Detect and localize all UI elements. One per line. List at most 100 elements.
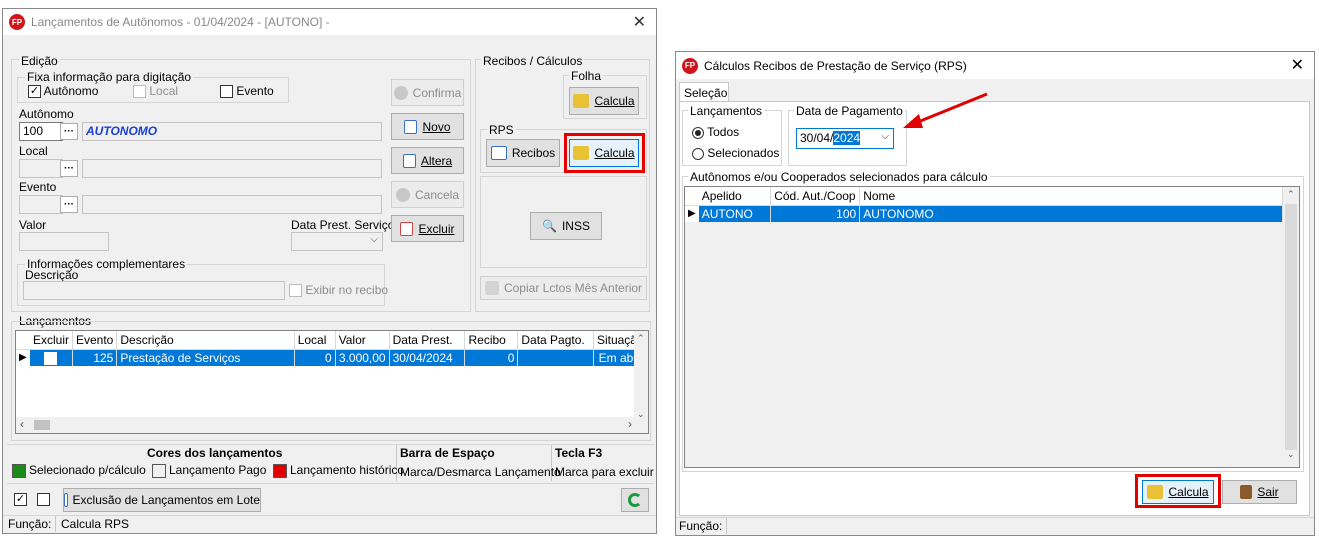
edicao-label: Edição bbox=[19, 54, 60, 68]
evento-lookup-button[interactable]: ··· bbox=[60, 196, 78, 213]
status-bar bbox=[676, 517, 1314, 535]
search-icon: 🔍 bbox=[542, 219, 557, 233]
tab-selecao[interactable]: Seleção bbox=[679, 82, 729, 102]
confirma-button[interactable]: Confirma bbox=[391, 79, 464, 106]
radio-todos[interactable]: Todos bbox=[692, 125, 739, 139]
chk-local[interactable]: Local bbox=[133, 84, 179, 99]
row-excluir-checkbox[interactable] bbox=[44, 351, 58, 365]
data-prest-select[interactable]: ⌵ bbox=[291, 232, 383, 251]
copiar-button[interactable]: Copiar Lctos Mês Anterior bbox=[480, 276, 647, 300]
fp-app-icon: FP bbox=[682, 57, 698, 74]
col-header[interactable]: Recibo bbox=[464, 331, 519, 350]
col-header[interactable]: Cód. Aut./Coop bbox=[770, 187, 861, 206]
data-day: 30/04/ bbox=[800, 131, 834, 145]
copy-icon bbox=[484, 281, 499, 295]
left-titlebar: FP Lançamentos de Autônomos - 01/04/2024… bbox=[3, 9, 656, 35]
col-header[interactable]: Descrição bbox=[116, 331, 295, 350]
data-prest-label: Data Prest. Serviço bbox=[291, 218, 395, 232]
data-pagamento-input[interactable]: 30/04/2024 ⌵ bbox=[796, 128, 894, 149]
row-pointer-icon: ▶ bbox=[16, 349, 30, 366]
left-window: FP Lançamentos de Autônomos - 01/04/2024… bbox=[2, 8, 657, 534]
fp-app-icon: FP bbox=[9, 14, 25, 30]
col-header[interactable]: Evento bbox=[72, 331, 118, 350]
cores-title: Cores dos lançamentos bbox=[147, 446, 283, 460]
local-lookup-button[interactable]: ··· bbox=[60, 160, 78, 177]
col-header[interactable]: Data Prest. bbox=[389, 331, 466, 350]
descricao-label: Descrição bbox=[25, 268, 79, 282]
altera-button[interactable]: Altera bbox=[391, 147, 464, 174]
local-name-field bbox=[82, 159, 382, 178]
col-header[interactable]: Local bbox=[294, 331, 336, 350]
evento-label: Evento bbox=[19, 180, 57, 194]
confirm-icon bbox=[393, 85, 408, 100]
col-header[interactable]: Excluir bbox=[29, 331, 73, 350]
scroll-thumb[interactable] bbox=[1285, 204, 1297, 450]
col-header[interactable]: Valor bbox=[335, 331, 390, 350]
grid-vscrollbar[interactable]: ⌃ ⌄ bbox=[634, 331, 648, 433]
radio-selecionados[interactable]: Selecionados bbox=[692, 146, 779, 160]
cell-apelido: AUTONO bbox=[698, 205, 772, 222]
exit-door-icon bbox=[1240, 485, 1253, 499]
select-all-checkbox[interactable]: ✓ bbox=[14, 493, 27, 506]
chk-evento[interactable]: Evento bbox=[220, 84, 274, 99]
chk-autonomo-label: Autônomo bbox=[43, 84, 99, 98]
chevron-down-icon[interactable]: ⌵ bbox=[881, 131, 889, 142]
sair-button[interactable]: Sair bbox=[1222, 480, 1297, 504]
cell-data-pagto bbox=[517, 349, 594, 366]
close-icon[interactable]: ✕ bbox=[1291, 55, 1304, 75]
copiar-btn-label: Copiar Lctos Mês Anterior bbox=[503, 281, 643, 295]
col-header[interactable]: Nome bbox=[859, 187, 1283, 206]
valor-input[interactable] bbox=[19, 232, 109, 251]
data-year-selected: 2024 bbox=[833, 131, 861, 145]
chevron-down-icon[interactable]: ⌄ bbox=[1287, 449, 1295, 460]
table-row[interactable]: ▶ AUTONO 100 AUTONOMO bbox=[685, 205, 1283, 222]
legend-marca-excluir: Marca para excluir bbox=[555, 465, 654, 479]
scroll-thumb[interactable] bbox=[34, 420, 50, 430]
chk-exibir-label: Exibir no recibo bbox=[305, 283, 389, 297]
table-row[interactable]: ▶ 125 Prestação de Serviços 0 3.000,00 3… bbox=[16, 349, 648, 366]
cell-nome: AUTONOMO bbox=[859, 205, 1283, 222]
refresh-button[interactable] bbox=[621, 488, 649, 512]
autonomo-lookup-button[interactable]: ··· bbox=[60, 123, 78, 140]
recibos-button[interactable]: Recibos bbox=[486, 139, 560, 167]
exclusao-lote-button[interactable]: Exclusão de Lançamentos em Lote bbox=[63, 488, 261, 512]
legend-historico: Lançamento histórico bbox=[273, 463, 404, 478]
chk-local-label: Local bbox=[149, 84, 179, 98]
chevron-right-icon[interactable]: › bbox=[628, 417, 632, 431]
evento-code-input[interactable] bbox=[19, 195, 63, 214]
col-header[interactable]: Data Pagto. bbox=[517, 331, 594, 350]
radio-on-icon bbox=[692, 126, 704, 139]
calculate-icon bbox=[573, 94, 590, 108]
left-window-title: Lançamentos de Autônomos - 01/04/2024 - … bbox=[31, 15, 330, 29]
descricao-input[interactable] bbox=[23, 281, 285, 300]
unselect-checkbox[interactable] bbox=[37, 493, 50, 506]
legend-marca: Marca/Desmarca Lançamento bbox=[400, 465, 561, 479]
status-label: Função: bbox=[8, 517, 52, 531]
autonomo-code-input[interactable]: 100 bbox=[19, 122, 63, 141]
local-code-input[interactable] bbox=[19, 159, 63, 178]
col-header[interactable]: Apelido bbox=[698, 187, 772, 206]
chevron-down-icon[interactable]: ⌄ bbox=[637, 409, 645, 420]
grid-hscrollbar[interactable]: ‹ › bbox=[16, 417, 636, 433]
cancela-label: Cancela bbox=[414, 187, 460, 202]
status-divider bbox=[726, 518, 727, 534]
status-label: Função: bbox=[679, 519, 723, 533]
radio-off-icon bbox=[692, 147, 704, 160]
inss-button[interactable]: 🔍 INSS bbox=[530, 212, 602, 240]
chevron-left-icon[interactable]: ‹ bbox=[20, 417, 24, 431]
table-header: Excluir Evento Descrição Local Valor Dat… bbox=[16, 331, 648, 350]
chk-exibir[interactable]: Exibir no recibo bbox=[289, 283, 389, 298]
novo-button[interactable]: Novo bbox=[391, 113, 464, 140]
list-vscrollbar[interactable]: ⌃ ⌄ bbox=[1283, 187, 1299, 467]
chevron-up-icon[interactable]: ⌃ bbox=[1287, 189, 1295, 200]
refresh-icon bbox=[628, 493, 642, 507]
close-icon[interactable]: ✕ bbox=[633, 12, 646, 32]
excluir-button[interactable]: Excluir bbox=[391, 215, 464, 242]
lancamentos-radio-label: Lançamentos bbox=[688, 104, 765, 118]
cell-evento: 125 bbox=[72, 349, 118, 366]
chk-autonomo[interactable]: ✓ Autônomo bbox=[28, 84, 99, 99]
red-arrow bbox=[903, 92, 988, 128]
chevron-up-icon[interactable]: ⌃ bbox=[637, 333, 645, 344]
folha-calcula-button[interactable]: Calcula bbox=[569, 87, 639, 115]
cancela-button[interactable]: Cancela bbox=[391, 181, 464, 208]
